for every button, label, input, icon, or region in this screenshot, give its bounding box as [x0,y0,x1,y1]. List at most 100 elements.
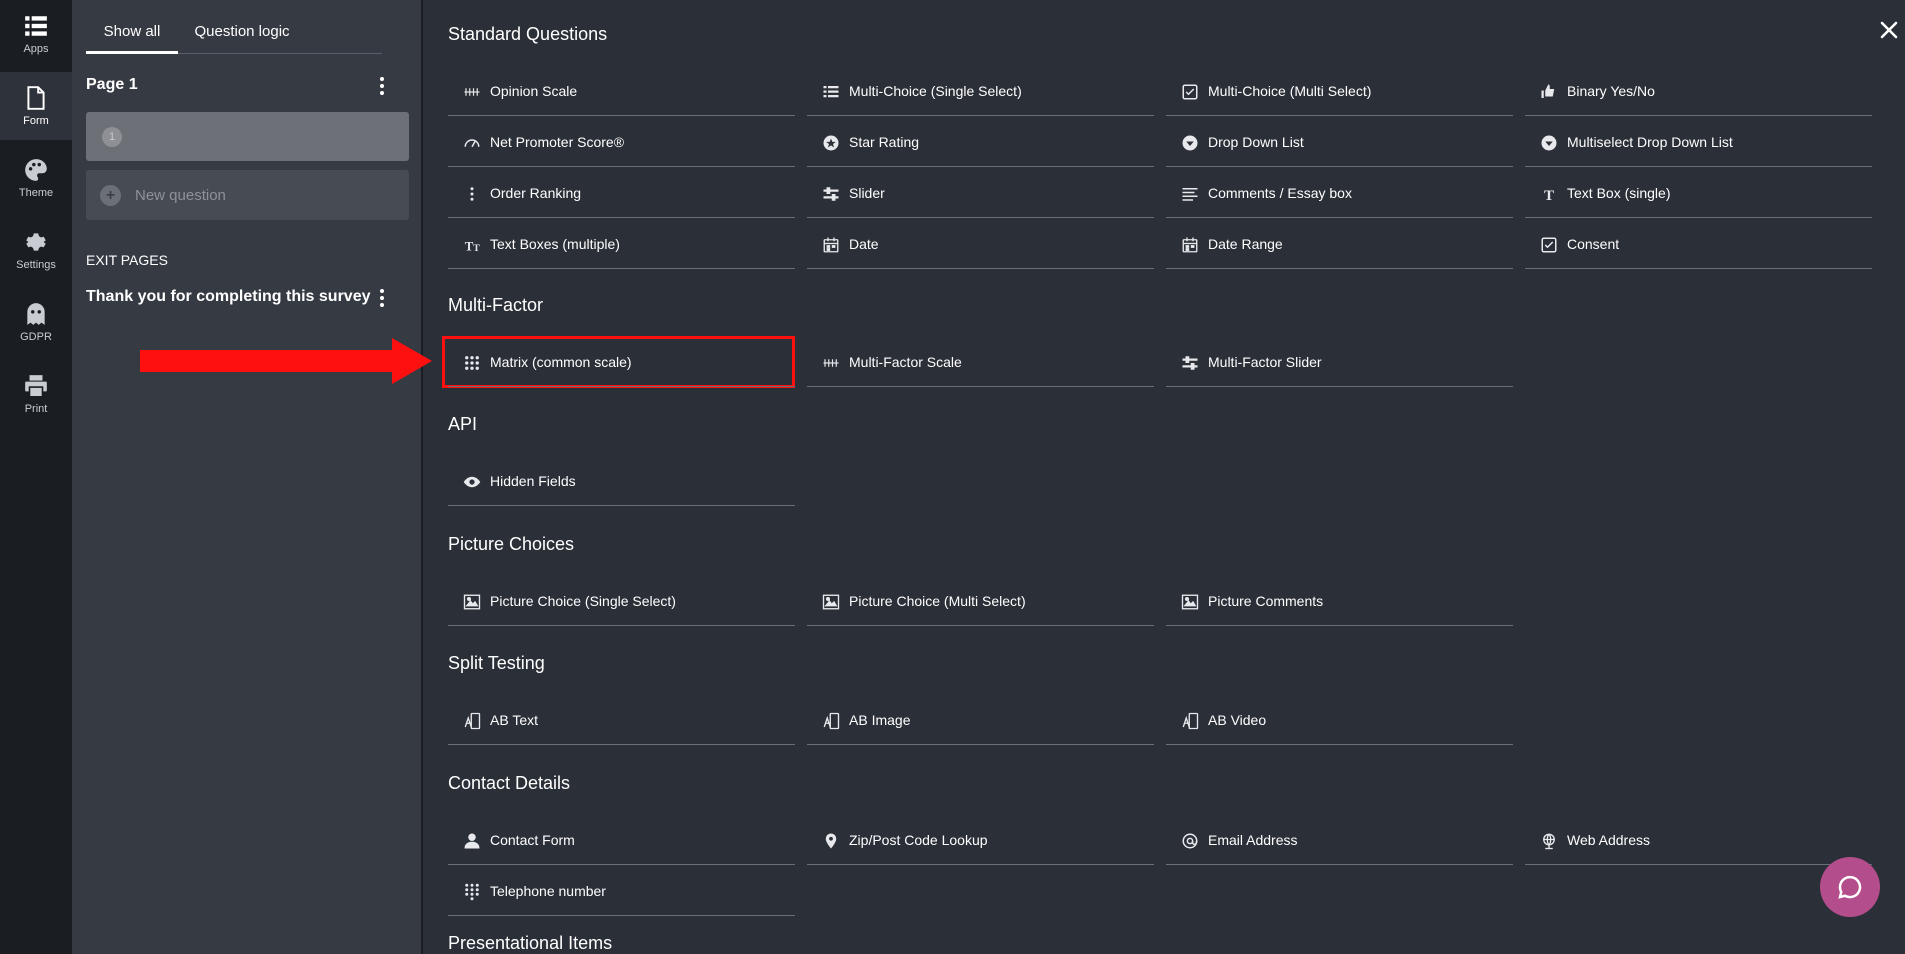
question-type-item[interactable]: AB Video [1166,695,1513,745]
question-type-label: Picture Comments [1208,593,1324,609]
svg-text:T: T [473,243,480,254]
pages-panel: Show all Question logic Page 1 1 + New q… [72,0,423,954]
question-type-label: AB Image [849,712,911,728]
question-type-item[interactable]: Multi-Choice (Multi Select) [1166,66,1513,116]
page-menu-icon[interactable] [372,76,392,96]
question-type-label: Web Address [1567,832,1651,848]
question-type-item[interactable]: Matrix (common scale) [448,337,795,387]
rail-theme[interactable]: Theme [0,144,72,212]
question-type-item[interactable]: Picture Comments [1166,576,1513,626]
question-type-item[interactable]: Date Range [1166,219,1513,269]
question-type-item[interactable]: Order Ranking [448,168,795,218]
exit-page-menu-icon[interactable] [372,288,392,308]
question-type-item[interactable]: Slider [807,168,1154,218]
question-type-item[interactable]: Hidden Fields [448,456,795,506]
grid-icon [462,353,482,373]
question-type-item[interactable]: AB Image [807,695,1154,745]
picture-icon [1180,592,1200,612]
rail-form-label: Form [23,115,49,127]
question-type-item[interactable]: Date [807,219,1154,269]
thumbs-icon [1539,82,1559,102]
question-type-item[interactable]: T T Text Boxes (multiple) [448,219,795,269]
question-item[interactable]: 1 [86,112,409,161]
rail-form[interactable]: Form [0,72,72,140]
keypad-icon [462,882,482,902]
rail-print[interactable]: Print [0,360,72,428]
picture-icon [821,592,841,612]
pin-icon [821,831,841,851]
question-type-item[interactable]: Picture Choice (Single Select) [448,576,795,626]
question-type-label: Contact Form [490,832,575,848]
question-type-label: Comments / Essay box [1208,185,1352,201]
question-type-label: Order Ranking [490,185,582,201]
slider-icon [1180,353,1200,373]
question-type-label: Consent [1567,236,1620,252]
question-type-label: Multi-Factor Scale [849,354,962,370]
rail-settings-label: Settings [16,259,56,271]
question-type-item[interactable]: Telephone number [448,866,795,916]
question-type-label: Multi-Factor Slider [1208,354,1322,370]
question-type-label: Slider [849,185,885,201]
form-icon [27,86,45,110]
chat-icon [1838,875,1862,899]
chat-support-button[interactable] [1820,857,1880,917]
question-type-label: Drop Down List [1208,134,1304,150]
apps-icon [25,16,47,36]
section-title: Standard Questions [448,24,608,44]
question-type-item[interactable]: Binary Yes/No [1525,66,1872,116]
rail-settings[interactable]: Settings [0,216,72,284]
printer-icon [25,375,47,398]
question-type-label: Multi-Choice (Single Select) [849,83,1022,99]
question-type-item[interactable]: AB Text [448,695,795,745]
at-icon [1180,831,1200,851]
question-type-item[interactable]: Contact Form [448,815,795,865]
question-type-item[interactable]: Net Promoter Score® [448,117,795,167]
question-type-item[interactable]: Comments / Essay box [1166,168,1513,218]
ab-icon [821,711,841,731]
question-type-label: Binary Yes/No [1567,83,1655,99]
gear-icon [26,233,46,251]
exit-page-title[interactable]: Thank you for completing this survey [86,288,371,306]
question-type-item[interactable]: Multiselect Drop Down List [1525,117,1872,167]
question-type-label: Multiselect Drop Down List [1567,134,1733,150]
section-title: Multi-Factor [448,295,544,315]
new-question-button[interactable]: + New question [86,170,409,220]
question-type-item[interactable]: Consent [1525,219,1872,269]
rail-gdpr[interactable]: GDPR [0,288,72,356]
question-type-item[interactable]: Picture Choice (Multi Select) [807,576,1154,626]
question-type-item[interactable]: Multi-Factor Slider [1166,337,1513,387]
new-question-label: New question [135,187,226,204]
question-type-item[interactable]: T Text Box (single) [1525,168,1872,218]
question-type-item[interactable]: Zip/Post Code Lookup [807,815,1154,865]
tab-show-all[interactable]: Show all [86,16,178,54]
question-type-label: Star Rating [849,134,920,150]
question-type-item[interactable]: Multi-Factor Scale [807,337,1154,387]
question-type-label: Multi-Choice (Multi Select) [1208,83,1372,99]
eye-icon [462,472,482,492]
question-type-label: Hidden Fields [490,473,576,489]
scale-icon [821,353,841,373]
rail-apps-label: Apps [23,43,49,55]
exit-pages-heading: EXIT PAGES [86,252,168,268]
question-type-item[interactable]: Star Rating [807,117,1154,167]
ranking-icon [462,184,482,204]
question-type-label: AB Text [490,712,538,728]
question-type-item[interactable]: Web Address [1525,815,1872,865]
question-type-item[interactable]: Multi-Choice (Single Select) [807,66,1154,116]
question-type-label: Date Range [1208,236,1283,252]
ghost-icon [27,303,45,325]
question-type-item[interactable]: Email Address [1166,815,1513,865]
question-type-label: Picture Choice (Multi Select) [849,593,1026,609]
page-title: Page 1 [86,76,138,93]
question-type-item[interactable]: Drop Down List [1166,117,1513,167]
ab-icon [1180,711,1200,731]
rail-apps[interactable]: Apps [0,0,72,68]
svg-text:T: T [465,239,474,253]
text-multi-icon: TT [462,235,482,255]
checkbox-icon [1539,235,1559,255]
tab-question-logic[interactable]: Question logic [182,16,302,54]
list-icon [821,82,841,102]
close-icon[interactable] [1877,18,1901,42]
question-type-item[interactable]: Opinion Scale [448,66,795,116]
section-title: Presentational Items [448,933,613,953]
